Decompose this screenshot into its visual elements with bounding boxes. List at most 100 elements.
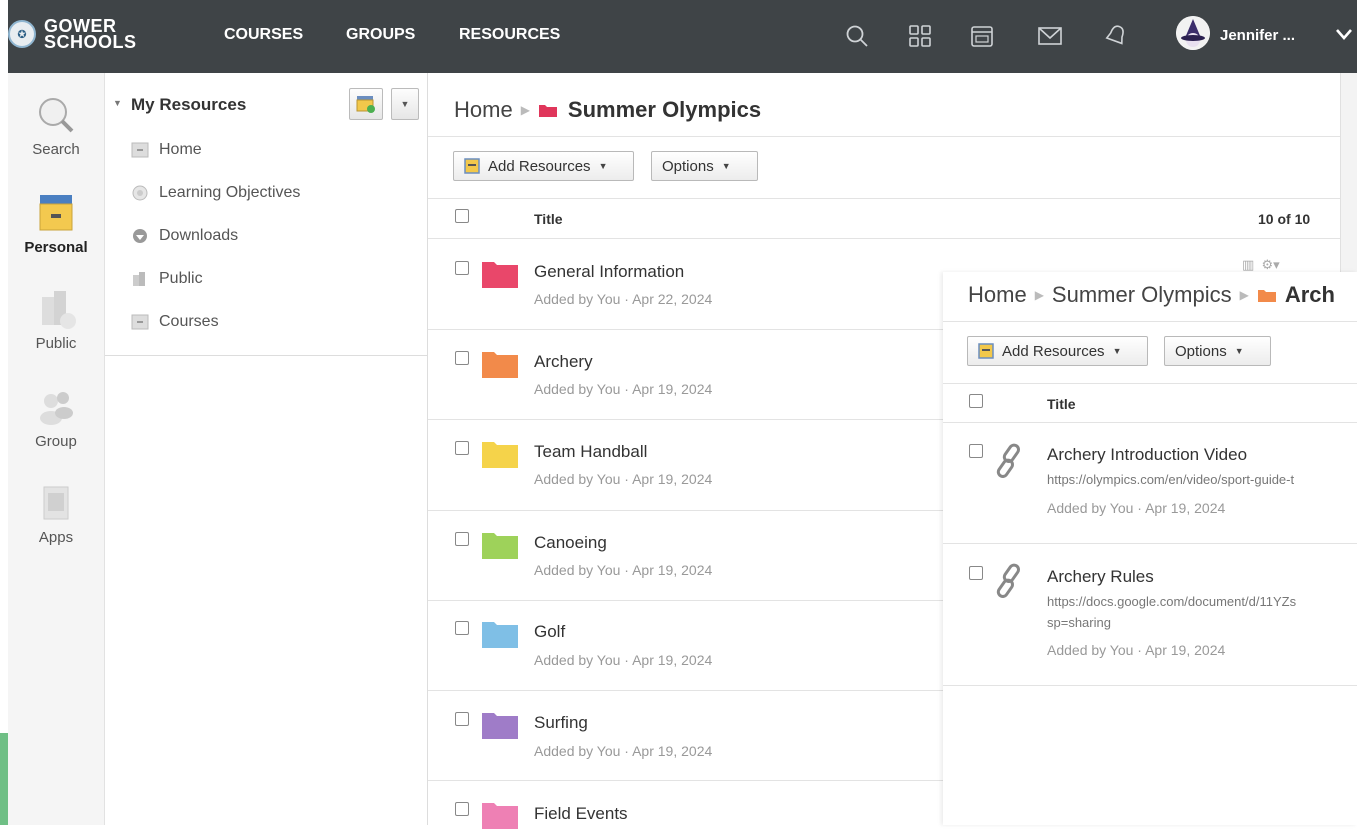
row-meta: Added by You · Apr 19, 2024 [534, 652, 713, 668]
panel-column-title-header[interactable]: Title [1047, 396, 1076, 412]
search-icon[interactable] [843, 22, 871, 50]
row-title[interactable]: Archery Introduction Video [1047, 445, 1247, 465]
row-url[interactable]: https://olympics.com/en/video/sport-guid… [1047, 472, 1294, 487]
logo-line-2: SCHOOLS [44, 32, 137, 52]
rail-search-label: Search [32, 141, 80, 158]
row-checkbox[interactable] [455, 712, 469, 726]
row-meta: Added by You · Apr 19, 2024 [534, 471, 713, 487]
rail-apps[interactable]: Apps [8, 481, 104, 546]
resource-box-icon [464, 158, 480, 174]
folder-icon [482, 442, 518, 468]
user-name[interactable]: Jennifer ... [1220, 27, 1295, 44]
collapse-caret-icon[interactable]: ▼ [113, 98, 122, 108]
archery-folder-panel: Home ▶ Summer Olympics ▶ Arch Add Resour… [943, 272, 1357, 825]
panel-add-resources-button[interactable]: Add Resources ▼ [967, 336, 1148, 366]
breadcrumb-separator-icon: ▶ [520, 103, 530, 117]
row-title[interactable]: Field Events [534, 804, 628, 824]
row-checkbox[interactable] [455, 532, 469, 546]
row-meta: Added by You · Apr 19, 2024 [534, 562, 713, 578]
breadcrumb: Home ▶ Summer Olympics [454, 97, 761, 123]
chevron-down-icon[interactable] [1334, 26, 1354, 42]
gear-icon[interactable]: ⚙▾ [1262, 257, 1280, 272]
add-folder-icon [356, 96, 375, 113]
building-icon[interactable]: ▥ [1242, 257, 1254, 272]
rail-public-label: Public [35, 335, 77, 352]
tree-item-courses[interactable]: Courses [131, 313, 219, 331]
tree-item-downloads[interactable]: Downloads [131, 227, 238, 245]
row-url[interactable]: https://docs.google.com/document/d/11YZs [1047, 594, 1296, 609]
row-action-icons[interactable]: ▥ ⚙▾ [1242, 257, 1280, 273]
row-title[interactable]: Surfing [534, 713, 588, 733]
row-title[interactable]: Team Handball [534, 442, 647, 462]
tree-item-learning-objectives[interactable]: Learning Objectives [131, 184, 300, 202]
calendar-icon[interactable] [968, 22, 996, 50]
column-title-header[interactable]: Title [534, 211, 563, 227]
tree-item-home[interactable]: Home [131, 141, 202, 159]
row-checkbox[interactable] [455, 621, 469, 635]
folder-icon [482, 352, 518, 378]
nav-resources[interactable]: RESOURCES [459, 26, 560, 44]
personal-icon [39, 195, 73, 231]
tree-column-filler [105, 355, 428, 825]
item-count: 10 of 10 [1258, 211, 1311, 227]
row-checkbox[interactable] [455, 351, 469, 365]
download-icon [133, 229, 147, 243]
logo-badge-icon: ✪ [8, 20, 36, 48]
apps-grid-icon[interactable] [906, 22, 934, 50]
row-title[interactable]: Canoeing [534, 533, 607, 553]
row-checkbox[interactable] [455, 261, 469, 275]
nav-groups[interactable]: GROUPS [346, 26, 415, 44]
tree-menu-dropdown[interactable]: ▼ [391, 88, 419, 120]
panel-select-all-checkbox[interactable] [969, 394, 983, 408]
add-folder-button[interactable] [349, 88, 383, 120]
row-meta: Added by You · Apr 19, 2024 [534, 381, 713, 397]
school-logo[interactable]: ✪ GOWER SCHOOLS [8, 17, 137, 52]
folder-icon [482, 533, 518, 559]
panel-options-button[interactable]: Options ▼ [1164, 336, 1271, 366]
nav-courses[interactable]: COURSES [224, 26, 303, 44]
options-button[interactable]: Options ▼ [651, 151, 758, 181]
row-meta: Added by You · Apr 19, 2024 [1047, 642, 1226, 658]
panel-breadcrumb-mid[interactable]: Summer Olympics [1052, 282, 1232, 308]
link-icon [996, 563, 1020, 598]
rail-apps-label: Apps [38, 529, 74, 546]
panel-breadcrumb-home[interactable]: Home [968, 282, 1027, 308]
resource-tree: ▼ My Resources ▼ Home Learning Objective… [105, 73, 428, 356]
public-icon [42, 291, 76, 329]
tree-title[interactable]: My Resources [131, 95, 246, 115]
row-title[interactable]: Archery Rules [1047, 567, 1154, 587]
rail-search[interactable]: Search [8, 93, 104, 158]
link-icon [996, 443, 1020, 478]
apps-icon [43, 486, 69, 520]
rail-group[interactable]: Group [8, 385, 104, 450]
select-all-checkbox[interactable] [455, 209, 469, 223]
top-navigation-bar: ✪ GOWER SCHOOLS COURSES GROUPS RESOURCES [8, 0, 1357, 73]
breadcrumb-current: Summer Olympics [567, 97, 762, 122]
row-url-continued[interactable]: sp=sharing [1047, 615, 1111, 630]
row-title[interactable]: Archery [534, 352, 593, 372]
row-meta: Added by You · Apr 19, 2024 [534, 743, 713, 759]
row-checkbox[interactable] [455, 441, 469, 455]
folder-icon [482, 622, 518, 648]
row-title[interactable]: General Information [534, 262, 684, 282]
user-avatar[interactable] [1176, 16, 1210, 50]
folder-icon [482, 262, 518, 288]
rail-personal[interactable]: Personal [8, 191, 104, 256]
folder-icon [482, 803, 518, 829]
breadcrumb-home[interactable]: Home [454, 97, 513, 123]
rail-group-label: Group [35, 433, 77, 450]
drawer-icon [131, 314, 149, 330]
row-title[interactable]: Golf [534, 622, 565, 642]
row-meta: Added by You · Apr 19, 2024 [1047, 500, 1226, 516]
panel-breadcrumb: Home ▶ Summer Olympics ▶ Arch [968, 282, 1335, 308]
add-resources-button[interactable]: Add Resources ▼ [453, 151, 634, 181]
notifications-icon[interactable] [1102, 22, 1130, 50]
row-checkbox[interactable] [455, 802, 469, 816]
tree-item-public[interactable]: Public [131, 270, 203, 288]
mail-icon[interactable] [1036, 22, 1064, 50]
search-icon [39, 98, 74, 133]
row-checkbox[interactable] [969, 444, 983, 458]
rail-public[interactable]: Public [8, 287, 104, 352]
row-checkbox[interactable] [969, 566, 983, 580]
rail-personal-label: Personal [24, 239, 88, 256]
